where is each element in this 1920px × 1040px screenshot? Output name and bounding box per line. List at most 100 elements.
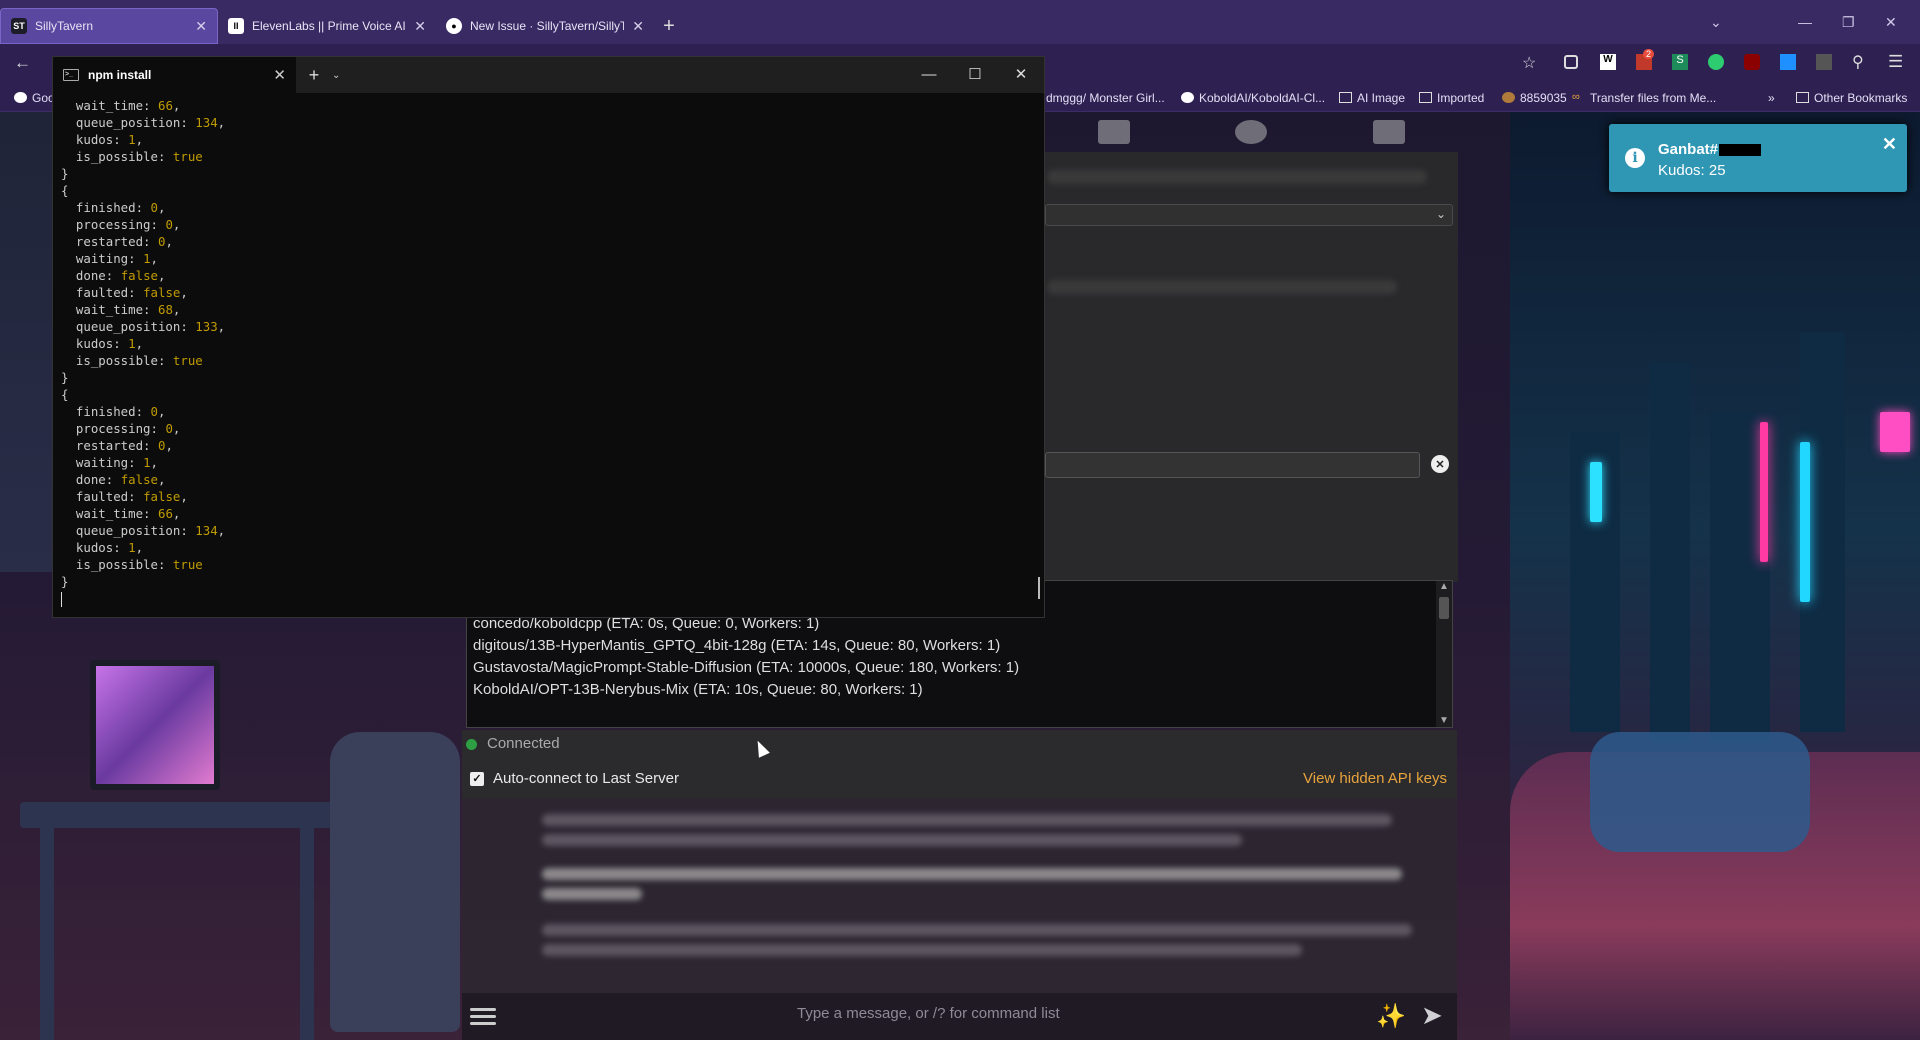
- blurred-text: [1047, 280, 1397, 294]
- terminal-key: is_possible:: [61, 557, 173, 572]
- list-item[interactable]: Gustavosta/MagicPrompt-Stable-Diffusion …: [467, 657, 1452, 679]
- extension-w-icon[interactable]: W: [1600, 54, 1616, 70]
- terminal-maximize-icon[interactable]: ☐: [952, 57, 998, 93]
- new-tab-button[interactable]: +: [654, 8, 684, 44]
- options-menu-icon[interactable]: [470, 1004, 496, 1026]
- bookmark-8859035[interactable]: 8859035: [1496, 91, 1573, 105]
- ublock-icon[interactable]: [1744, 54, 1760, 70]
- extension-gray-icon[interactable]: [1816, 54, 1832, 70]
- autoconnect-label[interactable]: Auto-connect to Last Server: [493, 770, 679, 787]
- terminal-tab[interactable]: >_ npm install ✕: [53, 57, 296, 93]
- bookmark-koboldai[interactable]: KoboldAI/KoboldAI-Cl...: [1175, 91, 1331, 105]
- terminal-value: false: [120, 268, 158, 283]
- api-select-dropdown[interactable]: ⌄: [1045, 204, 1453, 226]
- folder-icon: [1419, 92, 1432, 103]
- pocket-icon[interactable]: [1564, 55, 1578, 69]
- minimize-browser-icon[interactable]: —: [1798, 0, 1812, 44]
- restore-browser-icon[interactable]: ❐: [1842, 0, 1855, 44]
- bookmark-monster-girl[interactable]: dmggg/ Monster Girl...: [1040, 91, 1171, 105]
- bookmark-imported[interactable]: Imported: [1413, 91, 1490, 105]
- bookmark-label: Other Bookmarks: [1814, 90, 1908, 105]
- autoconnect-checkbox[interactable]: ✓: [470, 772, 484, 786]
- terminal-scrollbar[interactable]: [1038, 577, 1040, 599]
- neon-sign: [1800, 442, 1810, 602]
- character-card-icon[interactable]: [1373, 120, 1406, 144]
- close-tab-icon[interactable]: ✕: [632, 18, 644, 35]
- extensions-puzzle-icon[interactable]: ⚲: [1852, 52, 1864, 72]
- scrollbar-thumb[interactable]: [1439, 597, 1449, 619]
- terminal-dropdown-chevron-icon[interactable]: ⌄: [332, 70, 340, 81]
- clear-api-key-icon[interactable]: ✕: [1431, 455, 1449, 473]
- background-image-icon[interactable]: [1097, 120, 1130, 144]
- list-item[interactable]: digitous/13B-HyperMantis_GPTQ_4bit-128g …: [467, 635, 1452, 657]
- bookmark-ai-image[interactable]: AI Image: [1333, 91, 1411, 105]
- connection-status-text: Connected: [487, 735, 560, 752]
- bookmark-image-icon: [1502, 92, 1515, 103]
- api-key-input[interactable]: [1045, 452, 1420, 478]
- magic-wand-icon[interactable]: ✨: [1376, 1002, 1406, 1031]
- kudos-toast-notification[interactable]: i Ganbat# Kudos: 25 ✕: [1609, 124, 1907, 192]
- terminal-key: queue_position:: [61, 523, 196, 538]
- tab-list-chevron-icon[interactable]: ⌄: [1710, 0, 1722, 44]
- terminal-line: }: [61, 369, 1036, 386]
- info-icon: i: [1625, 148, 1645, 168]
- bookmark-transfer-files[interactable]: ∞ Transfer files from Me...: [1566, 91, 1722, 105]
- message-input[interactable]: Type a message, or /? for command list: [797, 1005, 1060, 1022]
- browser-tab-github-issue[interactable]: ● New Issue · SillyTavern/SillyTavern ✕: [436, 8, 654, 44]
- bookmark-other[interactable]: Other Bookmarks: [1790, 91, 1913, 105]
- close-toast-icon[interactable]: ✕: [1882, 134, 1897, 155]
- building: [1650, 362, 1690, 742]
- terminal-line: {: [61, 386, 1036, 403]
- chair: [330, 732, 460, 1032]
- model-list-scrollbar[interactable]: ▲ ▼: [1436, 581, 1452, 727]
- terminal-line: is_possible: true: [61, 148, 1036, 165]
- menu-hamburger-icon[interactable]: ☰: [1888, 52, 1903, 72]
- blurred-heading: [1047, 170, 1427, 184]
- terminal-value: true: [172, 353, 203, 368]
- extensions-cubes-icon[interactable]: [1235, 120, 1268, 144]
- pillow: [1590, 732, 1810, 852]
- terminal-output[interactable]: wait_time: 66, queue_position: 134, kudo…: [53, 93, 1044, 613]
- google-icon: [14, 92, 27, 103]
- terminal-key: {: [61, 387, 69, 402]
- blurred-message-line: [542, 888, 642, 900]
- terminal-key: waiting:: [61, 455, 144, 470]
- bookmark-label: Transfer files from Me...: [1590, 90, 1717, 105]
- close-terminal-tab-icon[interactable]: ✕: [273, 66, 286, 84]
- view-hidden-api-keys-link[interactable]: View hidden API keys: [1303, 770, 1447, 787]
- terminal-value: true: [172, 149, 203, 164]
- terminal-window[interactable]: >_ npm install ✕ + ⌄ — ☐ ✕ wait_time: 66…: [52, 56, 1045, 618]
- scroll-up-icon[interactable]: ▲: [1436, 581, 1452, 595]
- terminal-line: done: false,: [61, 472, 166, 487]
- browser-tab-elevenlabs[interactable]: II ElevenLabs || Prime Voice AI ✕: [218, 8, 436, 44]
- blurred-message-line: [542, 834, 1242, 846]
- list-item[interactable]: KoboldAI/OPT-13B-Nerybus-Mix (ETA: 10s, …: [467, 679, 1452, 701]
- terminal-close-icon[interactable]: ✕: [998, 57, 1044, 93]
- terminal-value: 133: [195, 319, 218, 334]
- close-browser-icon[interactable]: ✕: [1885, 0, 1897, 44]
- extension-s-icon[interactable]: S: [1672, 54, 1688, 70]
- extension-blue-icon[interactable]: [1780, 54, 1796, 70]
- terminal-key: kudos:: [61, 540, 129, 555]
- extension-green-icon[interactable]: [1708, 54, 1724, 70]
- bookmarks-overflow-chevron-icon[interactable]: »: [1762, 91, 1781, 105]
- send-message-icon[interactable]: ➤: [1421, 1000, 1443, 1031]
- close-tab-icon[interactable]: ✕: [195, 18, 207, 35]
- terminal-value: 0: [157, 438, 166, 453]
- terminal-line: queue_position: 133,: [61, 319, 226, 334]
- close-tab-icon[interactable]: ✕: [414, 18, 426, 35]
- tab-title: New Issue · SillyTavern/SillyTavern: [470, 19, 625, 33]
- terminal-key: faulted:: [61, 285, 144, 300]
- extension-badge-count: 2: [1643, 49, 1655, 59]
- bookmark-star-icon[interactable]: ☆: [1522, 53, 1536, 73]
- terminal-minimize-icon[interactable]: —: [906, 57, 952, 93]
- blurred-message-line: [542, 814, 1392, 826]
- terminal-line: is_possible: true: [61, 556, 1036, 573]
- new-terminal-tab-button[interactable]: +: [296, 65, 332, 86]
- back-arrow-icon[interactable]: ←: [14, 53, 31, 73]
- terminal-tab-bar: >_ npm install ✕ + ⌄ — ☐ ✕: [53, 57, 1044, 93]
- terminal-value: 1: [128, 540, 136, 555]
- scroll-down-icon[interactable]: ▼: [1436, 715, 1452, 727]
- infinity-icon: ∞: [1572, 91, 1580, 103]
- browser-tab-sillytavern[interactable]: ST SillyTavern ✕: [0, 8, 218, 44]
